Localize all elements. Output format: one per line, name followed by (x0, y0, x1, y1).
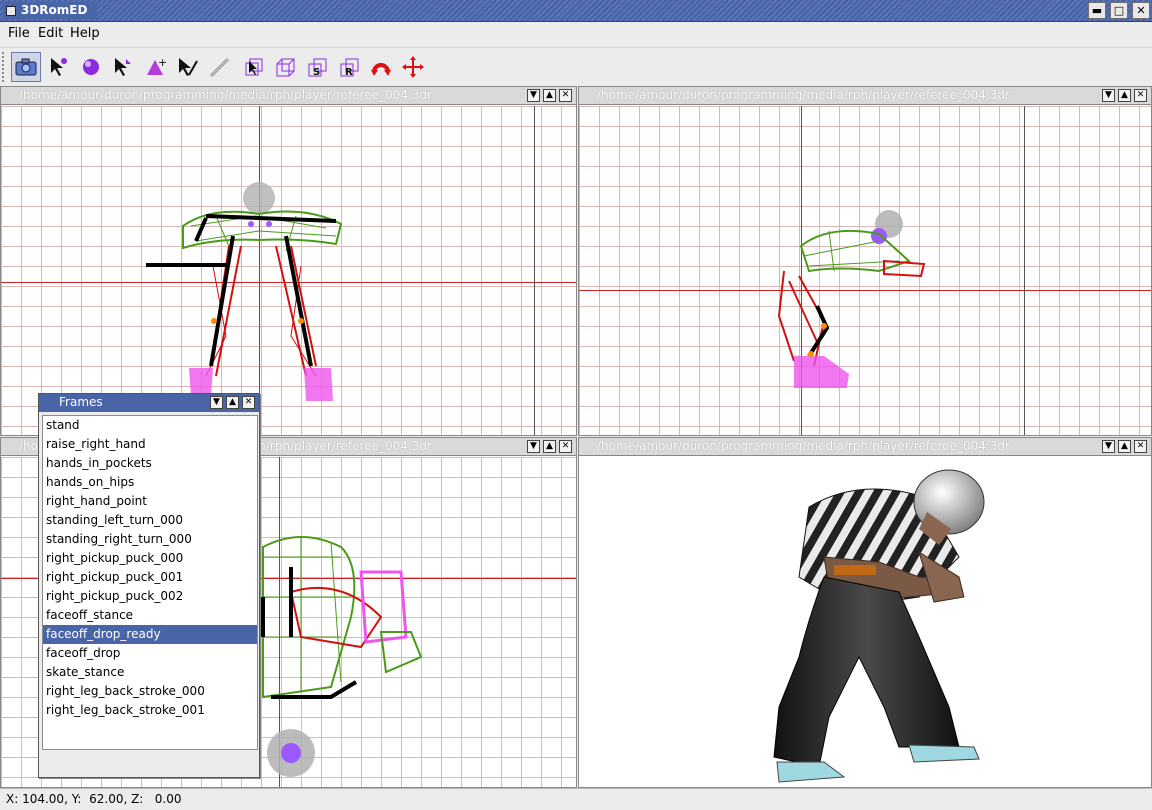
viewport-front-maximize-button[interactable]: ▲ (543, 89, 556, 102)
frames-list[interactable]: stand raise_right_hand hands_in_pockets han… (42, 415, 258, 750)
move-button[interactable] (398, 52, 428, 82)
viewport-front-canvas[interactable] (1, 106, 576, 435)
referee-render (773, 469, 985, 783)
frame-list-item[interactable]: raise_right_hand (43, 435, 257, 454)
svg-text:S: S (313, 67, 320, 78)
viewport-perspective-close-button[interactable]: ✕ (1134, 440, 1147, 453)
frame-list-item[interactable]: standing_right_turn_000 (43, 530, 257, 549)
select-vertex-icon (51, 58, 67, 76)
frames-header[interactable]: Frames ▼ ▲ ✕ (39, 394, 259, 412)
viewport-top-maximize-button[interactable]: ▲ (543, 440, 556, 453)
viewport-front[interactable]: /home/amour/duron/programming/media/rph/… (0, 86, 577, 436)
viewport-side-maximize-button[interactable]: ▲ (1118, 89, 1131, 102)
frame-list-item[interactable]: right_leg_back_stroke_000 (43, 682, 257, 701)
add-triangle-icon: + (147, 56, 167, 75)
frame-list-item[interactable]: skate_stance (43, 663, 257, 682)
cube-scale-icon: S (308, 58, 327, 78)
move-cross-icon (402, 56, 424, 78)
title-bar: 3DRomED ▬ □ ✕ (0, 0, 1152, 22)
viewport-top-close-button[interactable]: ✕ (559, 440, 572, 453)
viewport-side[interactable]: /home/amour/duron/programming/media/rph/… (578, 86, 1152, 436)
cube-move-icon (276, 58, 295, 77)
svg-text:R: R (345, 67, 353, 78)
viewport-side-path: /home/amour/duron/programming/media/rph/… (597, 88, 1010, 102)
rotate-arrow-icon (371, 63, 391, 76)
frame-list-item[interactable]: hands_on_hips (43, 473, 257, 492)
pick-arrow-icon (179, 58, 198, 76)
menu-bar: File Edit Help (0, 22, 1152, 46)
viewport-side-canvas[interactable] (579, 106, 1151, 435)
menu-help[interactable]: Help (70, 26, 100, 41)
close-button[interactable]: ✕ (1132, 2, 1150, 19)
app-icon (6, 6, 16, 16)
cube-scale-button[interactable]: S (302, 52, 332, 82)
window-title-tab: 3DRomED (3, 2, 98, 19)
window-title: 3DRomED (21, 3, 88, 17)
camera-icon (15, 58, 37, 76)
cube-select-button[interactable] (238, 52, 268, 82)
cube-rotate-button[interactable]: R (334, 52, 364, 82)
viewport-side-menu-button[interactable]: ▼ (1102, 89, 1115, 102)
select-vertex-button[interactable] (44, 52, 74, 82)
frames-menu-button[interactable]: ▼ (210, 396, 223, 409)
select-arrow-icon (115, 58, 131, 76)
minimize-button[interactable]: ▬ (1088, 2, 1106, 19)
line-button[interactable] (204, 52, 234, 82)
toolbar: + S R (0, 47, 1152, 85)
menu-edit[interactable]: Edit (38, 26, 63, 41)
viewport-side-header: /home/amour/duron/programming/media/rph/… (579, 87, 1151, 105)
viewport-perspective-menu-button[interactable]: ▼ (1102, 440, 1115, 453)
frame-list-item[interactable]: right_hand_point (43, 492, 257, 511)
viewport-side-close-button[interactable]: ✕ (1134, 89, 1147, 102)
frame-list-item[interactable]: right_pickup_puck_002 (43, 587, 257, 606)
cube-rotate-icon: R (340, 58, 359, 78)
viewport-front-menu-button[interactable]: ▼ (527, 89, 540, 102)
cube-select-icon (245, 58, 263, 76)
frame-list-item[interactable]: hands_in_pockets (43, 454, 257, 473)
frame-list-item[interactable]: faceoff_stance (43, 606, 257, 625)
add-triangle-button[interactable]: + (140, 52, 170, 82)
pick-arrow-button[interactable] (172, 52, 202, 82)
front-view-mesh (146, 182, 343, 401)
frames-close-button[interactable]: ✕ (242, 396, 255, 409)
viewport-front-close-button[interactable]: ✕ (559, 89, 572, 102)
coordinates-readout: X: 104.00, Y: 62.00, Z: 0.00 (6, 792, 182, 806)
sphere-button[interactable] (76, 52, 106, 82)
viewport-perspective-canvas[interactable] (579, 457, 1151, 787)
cube-move-button[interactable] (270, 52, 300, 82)
status-bar: X: 104.00, Y: 62.00, Z: 0.00 (0, 788, 1152, 810)
menu-file[interactable]: File (8, 26, 30, 41)
frame-list-item[interactable]: stand (43, 416, 257, 435)
rotate-button[interactable] (366, 52, 396, 82)
viewport-perspective[interactable]: /home/amour/duron/programming/media/rph/… (578, 437, 1152, 788)
frames-maximize-button[interactable]: ▲ (226, 396, 239, 409)
svg-text:+: + (158, 56, 167, 69)
select-arrow-button[interactable] (108, 52, 138, 82)
viewport-top-menu-button[interactable]: ▼ (527, 440, 540, 453)
frames-window[interactable]: Frames ▼ ▲ ✕ stand raise_right_hand hands_… (38, 393, 260, 778)
frame-list-item[interactable]: right_pickup_puck_001 (43, 568, 257, 587)
frame-list-item[interactable]: right_leg_back_stroke_001 (43, 701, 257, 720)
frame-list-item[interactable]: right_pickup_puck_000 (43, 549, 257, 568)
viewport-perspective-maximize-button[interactable]: ▲ (1118, 440, 1131, 453)
frames-title: Frames (59, 395, 103, 409)
frame-list-item[interactable]: faceoff_drop_ready (43, 625, 257, 644)
sphere-icon (83, 59, 99, 75)
viewport-front-path: /home/amour/duron/programming/media/rph/… (19, 88, 432, 102)
toolbar-grip[interactable] (2, 52, 6, 82)
viewport-perspective-path: /home/amour/duron/programming/media/rph/… (597, 439, 1010, 453)
viewport-front-header: /home/amour/duron/programming/media/rph/… (1, 87, 576, 105)
viewport-perspective-header: /home/amour/duron/programming/media/rph/… (579, 438, 1151, 456)
frame-list-item[interactable]: faceoff_drop (43, 644, 257, 663)
frame-list-item[interactable]: standing_left_turn_000 (43, 511, 257, 530)
line-icon (209, 57, 230, 78)
side-view-mesh (777, 210, 926, 388)
camera-tool-button[interactable] (11, 52, 41, 82)
maximize-button[interactable]: □ (1110, 2, 1128, 19)
